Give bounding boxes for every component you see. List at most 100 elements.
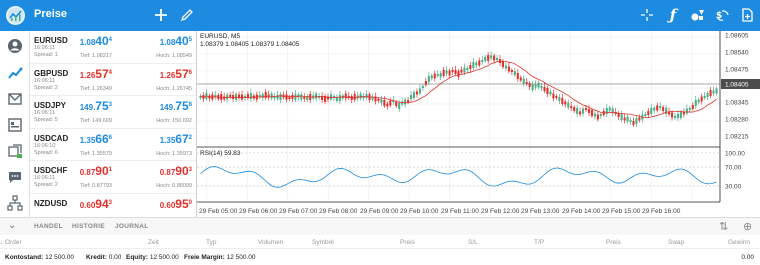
candle-body xyxy=(383,100,386,106)
candle-body xyxy=(629,120,632,122)
calendar-icon[interactable] xyxy=(6,116,24,134)
candle-body xyxy=(576,108,579,114)
column-header-7[interactable]: T/P xyxy=(534,239,544,246)
chevron-down-icon[interactable]: ⌄ xyxy=(8,220,16,231)
quote-symbol: USDJPY xyxy=(34,101,67,110)
quote-symbol: NZDUSD xyxy=(34,198,68,208)
rsi-label: RSI(14) 59.83 xyxy=(200,150,241,157)
bid-price-fraction: 3 xyxy=(108,102,112,108)
candle-body xyxy=(665,108,668,114)
shapes-icon[interactable] xyxy=(689,6,707,24)
quote-ask: 1.35672 xyxy=(160,132,192,146)
quote-ask: 1.08405 xyxy=(160,34,192,48)
quotes-list: EURUSD 16:06:11 Spread: 1 1.08404 1.08405 Tie… xyxy=(30,31,197,217)
column-header-6[interactable]: S/L xyxy=(468,239,478,246)
bid-price-pips: 57 xyxy=(95,66,109,81)
quote-row-usdjpy[interactable]: USDJPY 16:06:11 Spread: 5 149.753 149.758 Tie… xyxy=(30,96,196,129)
quote-row-gbpusd[interactable]: GBPUSD 16:06:11 Spread: 2 1.26574 1.26576 Tie… xyxy=(30,64,196,96)
candle-body xyxy=(240,94,244,100)
candle-body xyxy=(410,95,413,99)
function-icon[interactable]: ƒ xyxy=(664,6,682,24)
candle-body xyxy=(635,118,638,124)
trade-icon[interactable] xyxy=(6,142,24,160)
total-profit: 0.00 xyxy=(741,254,754,261)
quote-spread: Spread: 2 xyxy=(34,84,58,91)
column-header-3[interactable]: Volumen xyxy=(258,239,283,246)
chat-icon[interactable] xyxy=(6,168,24,186)
candle-body xyxy=(700,96,703,102)
candle-body xyxy=(534,84,537,88)
candle-body xyxy=(353,94,356,100)
credit-value: 0.00 xyxy=(108,254,122,261)
column-header-5[interactable]: Preis xyxy=(400,239,415,246)
candle-body xyxy=(501,61,505,67)
column-header-8[interactable]: Preis xyxy=(606,239,621,246)
column-header-4[interactable]: Symbol xyxy=(312,239,334,246)
candle-body xyxy=(377,99,380,101)
currency-exchange-icon[interactable]: $ xyxy=(713,6,731,24)
current-price-text: 1.08405 xyxy=(725,82,749,89)
candle-body xyxy=(694,100,697,106)
quote-row-usdchf[interactable]: USDCHF 16:06:11 Spread: 2 0.87901 0.87903 Tie… xyxy=(30,161,196,194)
candle-body xyxy=(567,102,570,108)
tab-journal[interactable]: JOURNAL xyxy=(115,223,149,230)
column-header-0[interactable]: Order xyxy=(5,239,22,246)
candle-body xyxy=(481,60,484,62)
candle-body xyxy=(688,108,691,110)
ask-price-pips: 40 xyxy=(175,34,189,48)
candle-body xyxy=(487,55,490,61)
candle-body xyxy=(653,107,656,111)
candle-body xyxy=(620,114,623,120)
quote-row-usdcad[interactable]: USDCAD 16:06:10 Spread: 6 1.35666 1.35672 Tie… xyxy=(30,129,196,161)
candle-body xyxy=(288,97,291,99)
candle-body xyxy=(279,94,282,100)
quote-row-nzdusd[interactable]: NZDUSD 0.60943 0.60950 xyxy=(30,194,196,218)
candle-body xyxy=(478,60,481,66)
candle-body xyxy=(338,95,341,101)
column-header-1[interactable]: Zeit xyxy=(148,239,159,246)
chart-symbol: EURUSD, M5 xyxy=(200,33,241,40)
free-margin-label: Freie Margin: xyxy=(184,254,225,261)
ask-price-main: 1.08 xyxy=(159,38,176,47)
quote-spread: Spread: 5 xyxy=(34,117,58,123)
app-logo-icon xyxy=(6,6,25,25)
equity-item: Equity: 12 500.00 xyxy=(126,254,179,261)
candle-body xyxy=(676,114,680,118)
ask-price-pips: 67 xyxy=(175,131,189,146)
quote-time: 16:06:10 xyxy=(34,142,56,149)
pencil-icon[interactable] xyxy=(178,6,196,24)
plus-icon[interactable] xyxy=(152,6,170,24)
quote-high: Hoch: 150.692 xyxy=(156,118,192,124)
tab-history[interactable]: HISTORIE xyxy=(72,223,105,230)
quote-ask: 0.87903 xyxy=(160,164,192,178)
network-icon[interactable] xyxy=(6,194,24,212)
tab-trade[interactable]: HANDEL xyxy=(34,223,63,230)
candle-body xyxy=(638,117,641,121)
candle-body xyxy=(656,105,659,111)
price-chart[interactable]: 1.08405 1.08605 1.08540 1.08475 1.08345 1.082… xyxy=(197,31,760,217)
price-axis-label: 1.08540 xyxy=(725,50,749,57)
quote-high: Hoch: 1.35973 xyxy=(156,150,192,157)
candle-body xyxy=(596,114,599,120)
ask-price-main: 0.87 xyxy=(159,168,176,177)
quote-high: Hoch: 0.88099 xyxy=(156,183,192,189)
candle-body xyxy=(380,99,383,103)
chart-icon[interactable] xyxy=(6,64,24,82)
account-icon[interactable] xyxy=(6,37,24,55)
quote-row-eurusd[interactable]: EURUSD 16:06:11 Spread: 1 1.08404 1.08405 Tie… xyxy=(30,31,196,64)
time-axis-label: 29 Feb 09:00 xyxy=(360,208,399,215)
sort-icon[interactable]: ⇅ xyxy=(719,220,728,233)
balance-value: 12 500.00 xyxy=(45,254,75,261)
column-header-2[interactable]: Typ xyxy=(206,239,216,246)
mail-icon[interactable] xyxy=(6,90,24,108)
add-order-icon[interactable]: ⊕ xyxy=(743,220,752,233)
candle-body xyxy=(490,55,493,59)
sort-arrow-icon: ↓ xyxy=(0,239,4,246)
ask-price-pips: 95 xyxy=(175,196,189,211)
chart-canvas[interactable]: 1.08405 1.08605 1.08540 1.08475 1.08345 1.082… xyxy=(197,31,760,217)
quote-time: 16:06:11 xyxy=(34,45,56,51)
column-header-10[interactable]: Gewinn xyxy=(728,239,750,246)
add-to-chart-icon[interactable] xyxy=(738,6,756,24)
crosshair-icon[interactable] xyxy=(638,6,656,24)
column-header-9[interactable]: Swap xyxy=(668,239,684,246)
